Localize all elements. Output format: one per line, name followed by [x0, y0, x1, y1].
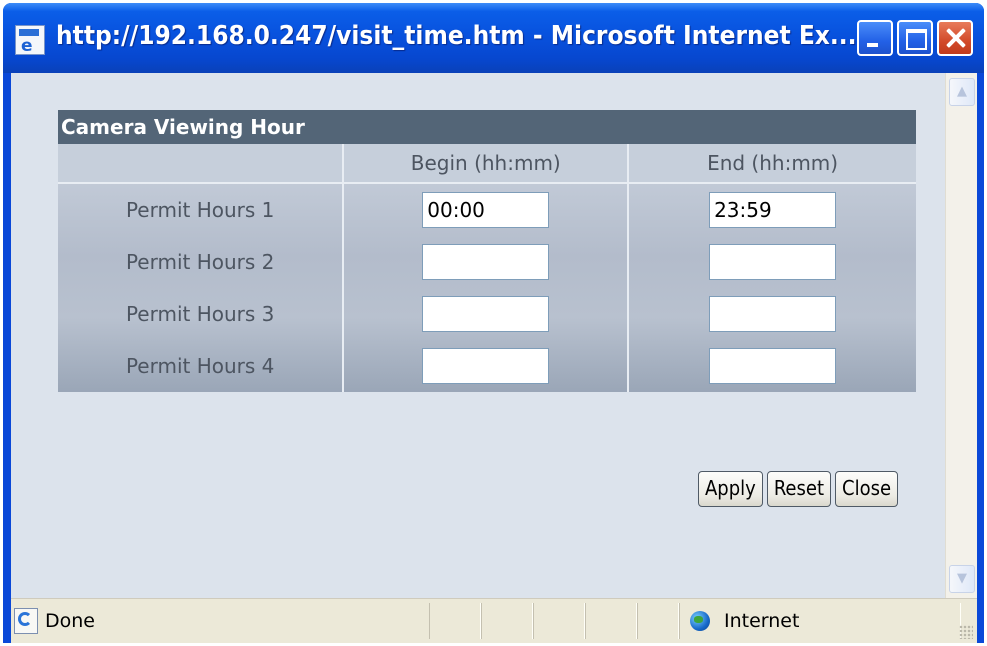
reset-button[interactable]: Reset: [766, 471, 831, 507]
window-title: http://192.168.0.247/visit_time.htm - Mi…: [56, 21, 857, 51]
column-header-label: [58, 144, 345, 184]
status-divider: [533, 603, 585, 639]
end-time-input-1[interactable]: [709, 192, 837, 228]
begin-time-input-2[interactable]: [422, 244, 550, 280]
resize-grip[interactable]: [959, 625, 973, 639]
end-cell: [628, 288, 916, 340]
end-time-input-2[interactable]: [709, 244, 837, 280]
panel-title: Camera Viewing Hour: [58, 110, 916, 144]
begin-time-input-1[interactable]: [422, 192, 550, 228]
table-row: Permit Hours 3: [58, 288, 916, 340]
begin-cell: [343, 288, 630, 340]
row-label: Permit Hours 3: [58, 288, 345, 340]
end-cell: [628, 236, 916, 288]
table-row: Permit Hours 4: [58, 340, 916, 392]
permit-hours-table: Begin (hh:mm) End (hh:mm) Permit Hours 1…: [58, 144, 916, 392]
begin-cell: [343, 183, 630, 236]
status-divider: [429, 603, 481, 639]
ie-page-icon[interactable]: e: [15, 25, 45, 56]
table-row: Permit Hours 2: [58, 236, 916, 288]
status-text: Done: [45, 610, 95, 632]
end-time-input-3[interactable]: [709, 296, 837, 332]
table-header-row: Begin (hh:mm) End (hh:mm): [58, 144, 916, 184]
status-divider: [481, 603, 533, 639]
row-label: Permit Hours 1: [58, 183, 345, 236]
begin-time-input-3[interactable]: [422, 296, 550, 332]
end-cell: [628, 183, 916, 236]
begin-cell: [343, 236, 630, 288]
action-buttons: Apply Reset Close: [698, 471, 902, 507]
globe-icon: [690, 611, 710, 631]
table-row: Permit Hours 1: [58, 183, 916, 236]
status-bar: Done Internet: [11, 598, 977, 643]
ie-done-icon: [14, 608, 38, 634]
title-bar[interactable]: e http://192.168.0.247/visit_time.htm - …: [3, 3, 984, 73]
column-header-begin: Begin (hh:mm): [343, 144, 630, 184]
vertical-scrollbar[interactable]: ▲ ▼: [945, 73, 977, 598]
close-button[interactable]: Close: [835, 471, 899, 507]
minimize-button[interactable]: [857, 20, 893, 56]
browser-window: e http://192.168.0.247/visit_time.htm - …: [3, 3, 984, 643]
maximize-button[interactable]: [897, 20, 933, 56]
scroll-up-button[interactable]: ▲: [949, 78, 975, 106]
apply-button[interactable]: Apply: [698, 471, 763, 507]
begin-cell: [343, 340, 630, 392]
begin-time-input-4[interactable]: [422, 348, 550, 384]
row-label: Permit Hours 4: [58, 340, 345, 392]
status-divider: [585, 603, 637, 639]
page-content: Camera Viewing Hour Begin (hh:mm) End (h…: [11, 73, 945, 598]
close-window-button[interactable]: [937, 20, 973, 56]
status-divider: [637, 603, 679, 639]
column-header-end: End (hh:mm): [628, 144, 916, 184]
end-time-input-4[interactable]: [709, 348, 837, 384]
end-cell: [628, 340, 916, 392]
camera-viewing-hour-panel: Camera Viewing Hour Begin (hh:mm) End (h…: [58, 110, 916, 507]
row-label: Permit Hours 2: [58, 236, 345, 288]
zone-panel: [679, 603, 961, 639]
zone-text: Internet: [724, 610, 800, 632]
scroll-down-button[interactable]: ▼: [949, 565, 975, 593]
